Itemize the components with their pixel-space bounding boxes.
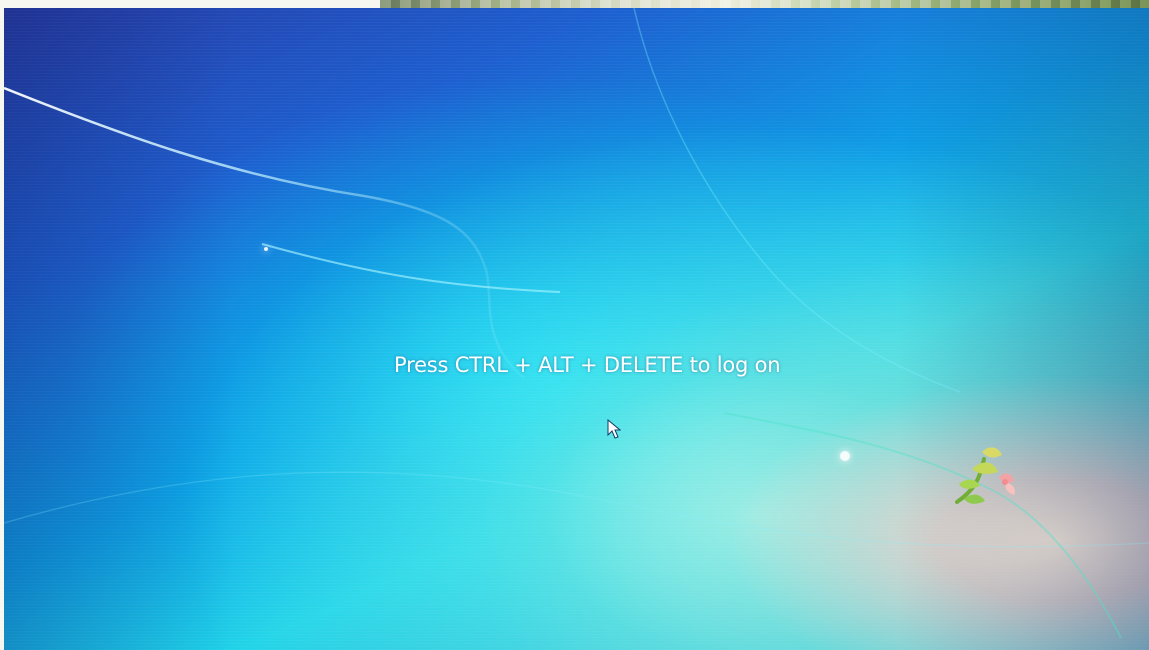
windows-logon-screen: Press CTRL + ALT + DELETE to log on	[4, 8, 1149, 650]
cyan-light-streak	[261, 243, 561, 293]
wallpaper-light-streaks	[4, 8, 1149, 639]
faint-light-streak	[633, 8, 961, 393]
mouse-cursor-icon	[607, 419, 621, 439]
light-orb	[840, 451, 850, 461]
green-wallpaper-stroke	[723, 412, 1122, 639]
white-light-streak	[4, 86, 525, 379]
windows-flower-logo-icon	[955, 447, 1015, 504]
small-light-orb	[264, 247, 268, 251]
ctrl-alt-delete-prompt[interactable]: Press CTRL + ALT + DELETE to log on	[394, 345, 824, 385]
photo-frame: Press CTRL + ALT + DELETE to log on	[0, 0, 1149, 650]
